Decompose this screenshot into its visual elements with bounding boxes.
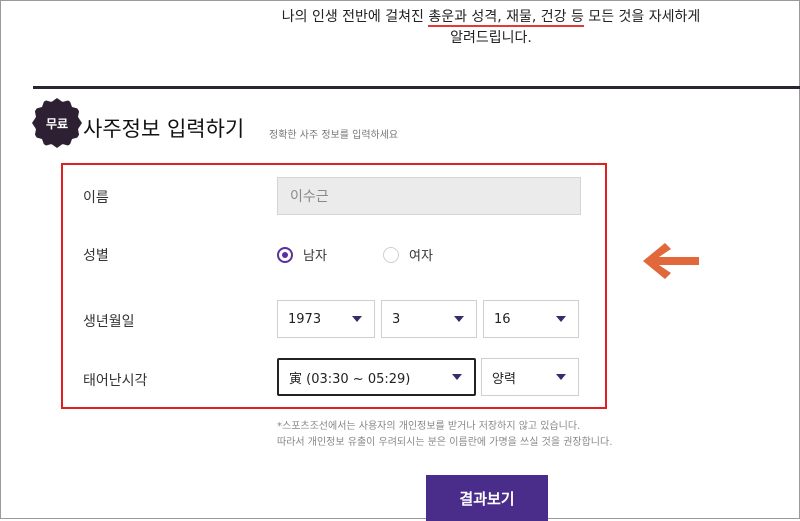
birth-month-value: 3 <box>392 311 401 327</box>
calendar-type-value: 양력 <box>492 371 516 387</box>
chevron-down-icon <box>556 374 566 380</box>
gender-male-label: 남자 <box>303 249 327 264</box>
section-title: 사주정보 입력하기 <box>83 117 245 141</box>
free-badge: 무료 <box>35 101 79 145</box>
gender-label: 성별 <box>83 248 109 264</box>
birth-day-value: 16 <box>494 311 511 327</box>
chevron-down-icon <box>452 374 462 380</box>
chevron-down-icon <box>454 316 464 322</box>
view-result-button[interactable]: 결과보기 <box>426 475 548 521</box>
birth-label: 생년월일 <box>83 314 135 330</box>
birth-time-label: 태어난시각 <box>83 373 148 389</box>
birth-day-select[interactable]: 16 <box>483 300 579 338</box>
gender-female-label: 여자 <box>409 249 433 264</box>
free-badge-label: 무료 <box>45 116 69 131</box>
chevron-down-icon <box>352 316 362 322</box>
privacy-notice-line: 따라서 개인정보 유출이 우려되시는 분은 이름란에 가명을 쓰실 것을 권장합… <box>277 437 613 448</box>
section-divider <box>33 86 800 89</box>
section-subtitle: 정확한 사주 정보를 입력하세요 <box>269 130 399 141</box>
chevron-down-icon <box>556 316 566 322</box>
arrow-left-icon <box>643 243 699 279</box>
intro-text-part: 모든 것을 자세하게 <box>583 9 701 25</box>
birth-time-select[interactable]: 寅 (03:30 ~ 05:29) <box>277 358 476 396</box>
radio-selected-icon <box>277 246 293 263</box>
intro-line-2: 알려드립니다. <box>450 30 532 46</box>
name-label: 이름 <box>83 190 109 206</box>
name-input[interactable] <box>277 177 581 215</box>
privacy-notice: *스포츠조선에서는 사용자의 개인정보를 받거나 저장하지 않고 있습니다. 따… <box>277 419 612 451</box>
privacy-notice-line: *스포츠조선에서는 사용자의 개인정보를 받거나 저장하지 않고 있습니다. <box>277 421 581 432</box>
birth-time-value: 寅 (03:30 ~ 05:29) <box>289 371 411 387</box>
gender-male-radio[interactable]: 남자 <box>277 245 327 264</box>
intro-text: 나의 인생 전반에 걸쳐진 총운과 성격, 재물, 건강 등 모든 것을 자세하… <box>231 7 751 49</box>
intro-underlined-text: 총운과 성격, 재물, 건강 등 <box>428 9 584 25</box>
birth-year-select[interactable]: 1973 <box>277 300 375 338</box>
gender-female-radio[interactable]: 여자 <box>383 245 433 264</box>
intro-line-1: 나의 인생 전반에 걸쳐진 총운과 성격, 재물, 건강 등 모든 것을 자세하… <box>231 7 751 28</box>
radio-unselected-icon <box>383 246 399 263</box>
calendar-type-select[interactable]: 양력 <box>481 358 579 396</box>
intro-text-part: 나의 인생 전반에 걸쳐진 <box>281 9 429 25</box>
birth-year-value: 1973 <box>288 311 322 327</box>
birth-month-select[interactable]: 3 <box>381 300 477 338</box>
